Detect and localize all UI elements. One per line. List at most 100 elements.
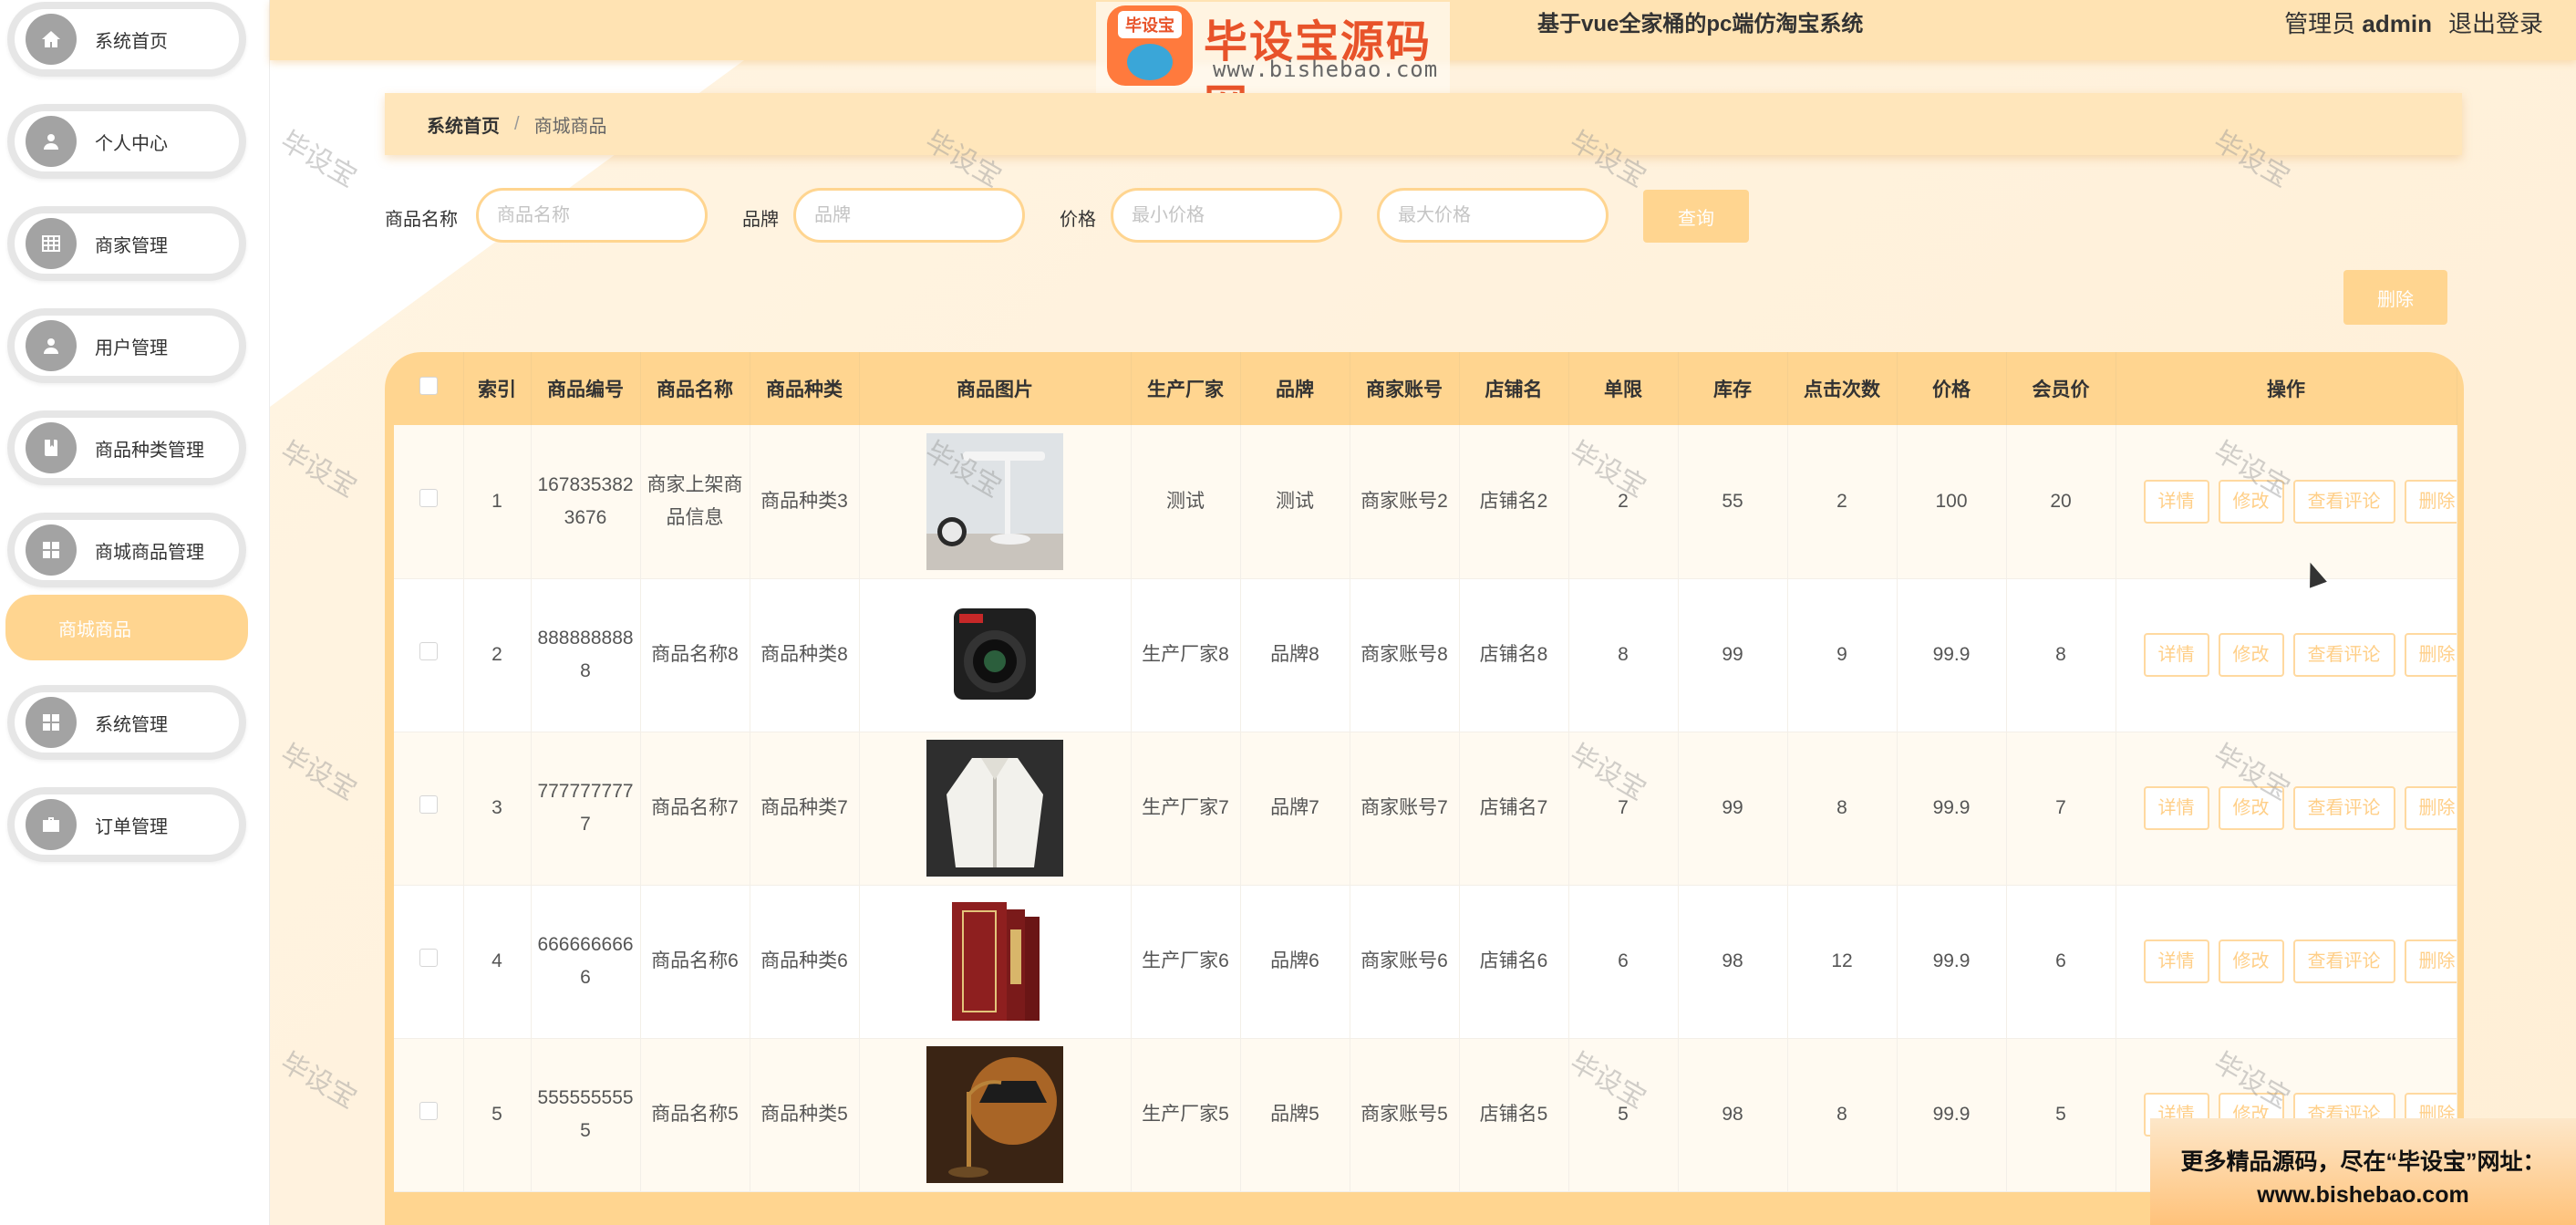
cell-category: 商品种类8 [750, 578, 860, 732]
cell-limit: 5 [1568, 1038, 1679, 1192]
cell-clicks: 8 [1787, 1038, 1898, 1192]
cell-maker: 生产厂家7 [1131, 732, 1241, 886]
cell-member-price: 20 [2006, 425, 2116, 579]
cell-stock: 98 [1678, 1038, 1788, 1192]
sidebar-subitem-mall-products[interactable]: 商城商品 [5, 595, 248, 660]
sidebar-item-system[interactable]: 系统管理 [7, 685, 246, 760]
table-row: 5 5555555555 商品名称5 商品种类5 生产厂家5 品牌5 商家账号5 店铺名5 5 9… [394, 1038, 2457, 1192]
detail-button[interactable]: 详情 [2143, 940, 2209, 983]
cell-category: 商品种类6 [750, 885, 860, 1039]
user-icon [26, 320, 77, 371]
cell-account: 商家账号5 [1350, 1038, 1460, 1192]
row-checkbox[interactable] [419, 1102, 438, 1120]
cell-shop: 店铺名2 [1459, 425, 1569, 579]
cell-brand: 品牌5 [1240, 1038, 1350, 1192]
view-comments-button[interactable]: 查看评论 [2292, 479, 2395, 524]
cell-limit: 7 [1568, 732, 1679, 886]
edit-button[interactable]: 修改 [2218, 940, 2284, 983]
breadcrumb-home[interactable]: 系统首页 [427, 111, 500, 138]
user-role: 管理员 admin [2284, 10, 2432, 37]
row-select-cell[interactable] [394, 1038, 464, 1192]
product-table: 索引 商品编号 商品名称 商品种类 商品图片 生产厂家 品牌 商家账号 店铺名 … [385, 352, 2464, 1225]
cell-code: 7777777777 [531, 732, 641, 886]
logout-link[interactable]: 退出登录 [2448, 5, 2543, 39]
sidebar-item-category[interactable]: 商品种类管理 [7, 410, 246, 485]
header-code: 商品编号 [531, 352, 641, 425]
cell-account: 商家账号8 [1350, 578, 1460, 732]
name-label: 商品名称 [385, 210, 458, 230]
sidebar-item-merchant[interactable]: 商家管理 [7, 206, 246, 281]
product-image [859, 1038, 1132, 1192]
table-row: 2 8888888888 商品名称8 商品种类8 生产厂家8 品牌8 商家账号8 店铺名8 8 9… [394, 578, 2457, 732]
view-comments-button[interactable]: 查看评论 [2292, 786, 2395, 830]
detail-button[interactable]: 详情 [2143, 633, 2209, 677]
sidebar-item-home[interactable]: 系统首页 [7, 2, 246, 77]
delete-row-button[interactable]: 删除 [2404, 940, 2456, 983]
header-shop: 店铺名 [1459, 352, 1569, 425]
edit-button[interactable]: 修改 [2218, 633, 2284, 677]
table-row: 1 1678353823676 商家上架商品信息 商品种类3 测试 测试 商家账号2 店铺名2… [394, 425, 2457, 579]
cell-brand: 品牌7 [1240, 732, 1350, 886]
view-comments-button[interactable]: 查看评论 [2292, 633, 2395, 677]
row-actions: 详情 修改 查看评论 删除 [2116, 425, 2457, 579]
cell-stock: 99 [1678, 732, 1788, 886]
delete-row-button[interactable]: 删除 [2404, 633, 2456, 677]
row-select-cell[interactable] [394, 885, 464, 1039]
product-name-input[interactable] [476, 188, 708, 243]
site-logo: 毕设宝 毕设宝源码网 www.bishebao.com [1096, 2, 1450, 131]
breadcrumb: 系统首页 / 商城商品 [385, 93, 2462, 155]
sidebar-item-profile[interactable]: 个人中心 [7, 104, 246, 179]
detail-button[interactable]: 详情 [2143, 479, 2209, 524]
row-select-cell[interactable] [394, 578, 464, 732]
cell-shop: 店铺名8 [1459, 578, 1569, 732]
header-member-price: 会员价 [2006, 352, 2116, 425]
header-price: 价格 [1897, 352, 2007, 425]
grid-icon [26, 524, 77, 576]
row-checkbox[interactable] [419, 795, 438, 814]
query-button[interactable]: 查询 [1643, 190, 1749, 243]
product-image [859, 732, 1132, 886]
sidebar-item-label: 系统首页 [95, 31, 168, 52]
table-row: 3 7777777777 商品名称7 商品种类7 生产厂家7 品牌7 商家账号7 店铺名7 7 9… [394, 732, 2457, 886]
header-maker: 生产厂家 [1131, 352, 1241, 425]
cell-clicks: 9 [1787, 578, 1898, 732]
view-comments-button[interactable]: 查看评论 [2292, 940, 2395, 983]
row-select-cell[interactable] [394, 732, 464, 886]
promo-banner[interactable]: 更多精品源码，尽在“毕设宝”网址： www.bishebao.com [2150, 1118, 2576, 1225]
row-checkbox[interactable] [419, 949, 438, 967]
min-price-input[interactable] [1111, 188, 1342, 243]
row-checkbox[interactable] [419, 642, 438, 660]
sidebar-item-users[interactable]: 用户管理 [7, 308, 246, 383]
select-all-checkbox[interactable] [419, 377, 438, 395]
header-select-all[interactable] [394, 352, 464, 425]
delete-row-button[interactable]: 删除 [2404, 479, 2456, 524]
cell-code: 5555555555 [531, 1038, 641, 1192]
header-actions: 操作 [2116, 352, 2457, 425]
cell-member-price: 7 [2006, 732, 2116, 886]
brand-input[interactable] [793, 188, 1025, 243]
product-image [859, 885, 1132, 1039]
cell-member-price: 6 [2006, 885, 2116, 1039]
edit-button[interactable]: 修改 [2218, 786, 2284, 830]
price-label: 价格 [1060, 210, 1096, 230]
home-icon [26, 14, 77, 65]
row-actions: 详情 修改 查看评论 删除 [2116, 885, 2457, 1039]
cell-code: 1678353823676 [531, 425, 641, 579]
delete-button[interactable]: 删除 [2343, 270, 2447, 325]
cell-maker: 生产厂家5 [1131, 1038, 1241, 1192]
row-select-cell[interactable] [394, 425, 464, 579]
header-stock: 库存 [1678, 352, 1788, 425]
edit-button[interactable]: 修改 [2218, 479, 2284, 524]
row-checkbox[interactable] [419, 488, 438, 507]
cell-stock: 99 [1678, 578, 1788, 732]
detail-button[interactable]: 详情 [2143, 786, 2209, 830]
user-name: admin [2362, 10, 2432, 37]
book-icon [26, 422, 77, 473]
cell-price: 99.9 [1897, 885, 2007, 1039]
cell-name: 商品名称7 [640, 732, 750, 886]
sidebar-item-products[interactable]: 商城商品管理 [7, 513, 246, 587]
max-price-input[interactable] [1377, 188, 1609, 243]
delete-row-button[interactable]: 删除 [2404, 786, 2456, 830]
sidebar-item-orders[interactable]: 订单管理 [7, 787, 246, 862]
header-name: 商品名称 [640, 352, 750, 425]
